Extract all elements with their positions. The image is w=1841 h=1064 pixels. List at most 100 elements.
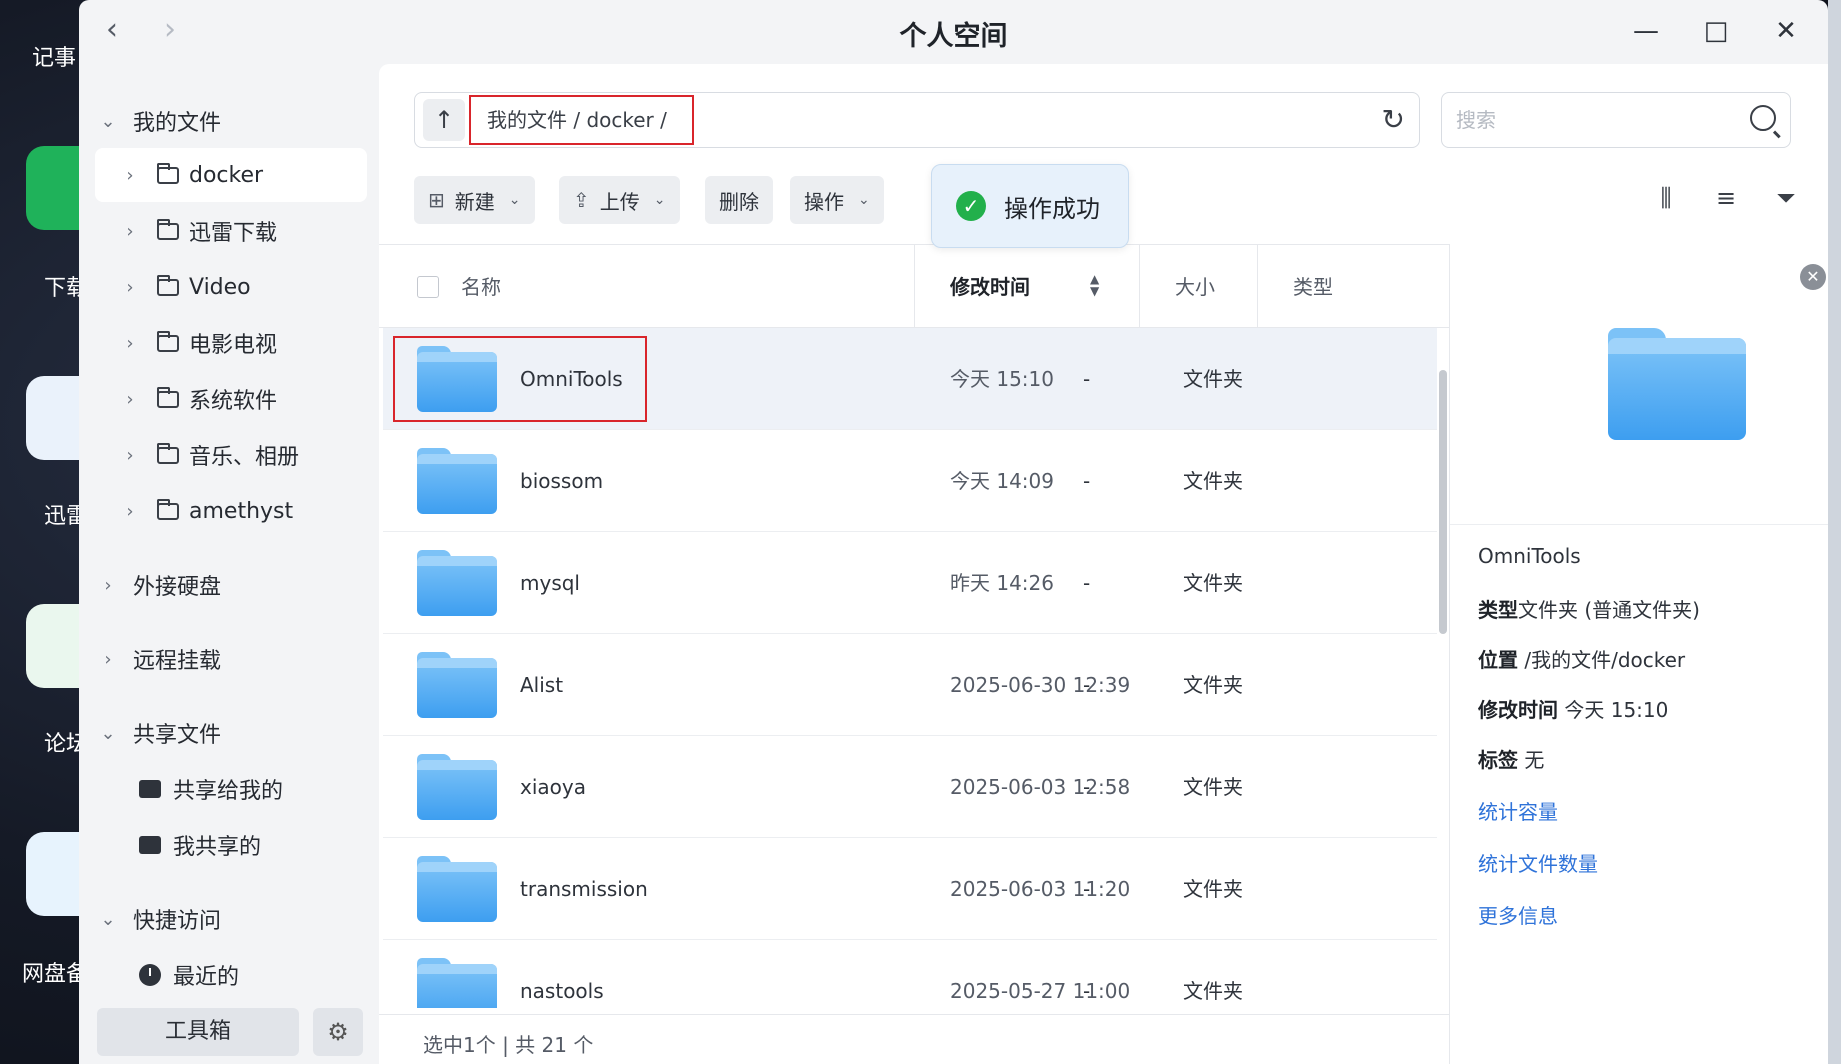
delete-button-label: 删除 [719, 189, 759, 214]
delete-button[interactable]: 删除 [705, 176, 773, 224]
table-row[interactable]: Alist 2025-06-30 12:39 - 文件夹 [383, 634, 1437, 736]
sidebar-folder-video[interactable]: › Video [95, 260, 367, 314]
details-tags-label: 标签 [1478, 748, 1518, 772]
toolbox-button[interactable]: 工具箱 [97, 1008, 299, 1056]
folder-icon [417, 958, 497, 1008]
search-icon[interactable] [1750, 105, 1776, 131]
background-window-edge [1828, 0, 1841, 1064]
file-type: 文件夹 [1183, 469, 1243, 493]
file-size: - [1083, 775, 1091, 799]
column-header-type[interactable]: 类型 [1293, 245, 1333, 329]
file-size: - [1083, 367, 1091, 391]
sidebar-item-label: 系统软件 [189, 389, 278, 414]
column-header-size[interactable]: 大小 [1175, 245, 1215, 329]
chevron-right-icon: › [104, 648, 112, 670]
file-size: - [1083, 979, 1091, 1003]
table-row[interactable]: mysql 昨天 14:26 - 文件夹 [383, 532, 1437, 634]
file-name: OmniTools [520, 367, 623, 391]
search-input[interactable] [1456, 105, 1716, 135]
sidebar-remote-mount[interactable]: › 远程挂载 [95, 632, 367, 686]
table-header: 名称 修改时间 ▲ ▼ 大小 类型 [379, 244, 1449, 329]
more-info-link[interactable]: 更多信息 [1478, 900, 1558, 929]
sort-view-icon[interactable]: ⫼ [1651, 184, 1681, 214]
sidebar-folder-music[interactable]: › 音乐、相册 [95, 428, 367, 482]
titlebar: ‹ › 个人空间 — □ ✕ [79, 0, 1828, 64]
path-bar: ↑ 我的文件 / docker / ↻ [414, 92, 1420, 148]
select-all-checkbox[interactable] [417, 276, 439, 298]
file-size: - [1083, 877, 1091, 901]
desktop-strip: 记事 下载 迅雷 论坛 网盘备 [0, 0, 90, 1064]
calc-size-link[interactable]: 统计容量 [1478, 796, 1558, 825]
folder-icon [417, 754, 497, 820]
details-tags-value: 无 [1524, 748, 1545, 772]
upload-button[interactable]: ⇪ 上传 ⌄ [559, 176, 680, 224]
share-icon [139, 780, 161, 798]
filter-icon[interactable]: ⏷ [1771, 184, 1801, 214]
new-button[interactable]: ⊞ 新建 ⌄ [414, 176, 535, 224]
maximize-button[interactable]: □ [1699, 14, 1733, 48]
up-arrow-icon[interactable]: ↑ [423, 99, 465, 141]
table-row[interactable]: xiaoya 2025-06-03 12:58 - 文件夹 [383, 736, 1437, 838]
sidebar: ⌄ 我的文件 ⋮ › docker › 迅雷下载 › Video › 电影电视 … [79, 64, 379, 1064]
sidebar-my-shared[interactable]: 我共享的 [95, 818, 367, 872]
minimize-button[interactable]: — [1629, 14, 1663, 48]
file-name: transmission [520, 877, 648, 901]
check-icon: ✓ [956, 191, 986, 221]
file-modified: 2025-06-03 11:20 [950, 877, 1131, 901]
sidebar-my-files[interactable]: ⌄ 我的文件 [95, 94, 367, 148]
chevron-right-icon: › [126, 388, 134, 410]
details-location: 位置 /我的文件/docker [1478, 644, 1685, 673]
sidebar-folder-thunder[interactable]: › 迅雷下载 [95, 204, 367, 258]
file-size: - [1083, 673, 1091, 697]
close-button[interactable]: ✕ [1769, 14, 1803, 48]
table-row[interactable]: biossom 今天 14:09 - 文件夹 [383, 430, 1437, 532]
sidebar-folder-amethyst[interactable]: › amethyst [95, 484, 367, 538]
file-name: mysql [520, 571, 580, 595]
new-folder-icon: ⊞ [428, 188, 445, 212]
sidebar-shared-to-me[interactable]: 共享给我的 [95, 762, 367, 816]
table-row[interactable]: transmission 2025-06-03 11:20 - 文件夹 [383, 838, 1437, 940]
list-view-icon[interactable]: ≡ [1711, 184, 1741, 214]
folder-icon [157, 162, 179, 184]
sidebar-external-disk[interactable]: › 外接硬盘 [95, 558, 367, 612]
column-header-modified[interactable]: 修改时间 [950, 245, 1030, 329]
success-toast: ✓ 操作成功 [931, 164, 1129, 248]
scrollbar[interactable] [1439, 370, 1447, 634]
sidebar-shared-files[interactable]: ⌄ 共享文件 [95, 706, 367, 760]
file-modified: 2025-06-03 12:58 [950, 775, 1131, 799]
actions-button[interactable]: 操作 ⌄ [790, 176, 884, 224]
calc-count-link[interactable]: 统计文件数量 [1478, 848, 1598, 877]
folder-icon [157, 218, 179, 240]
sidebar-item-label: 我共享的 [173, 835, 262, 860]
sidebar-item-label: amethyst [189, 498, 294, 524]
chevron-down-icon: ⌄ [100, 908, 116, 930]
sidebar-folder-docker[interactable]: › docker [95, 148, 367, 202]
table-row[interactable]: OmniTools 今天 15:10 - 文件夹 [383, 328, 1437, 430]
close-icon[interactable]: ✕ [1800, 264, 1826, 290]
toast-message: 操作成功 [1004, 194, 1100, 223]
sidebar-folder-software[interactable]: › 系统软件 [95, 372, 367, 426]
desktop-label-notes[interactable]: 记事 [32, 40, 76, 72]
sidebar-folder-movies[interactable]: › 电影电视 [95, 316, 367, 370]
chevron-right-icon: › [126, 164, 134, 186]
folder-icon [157, 330, 179, 352]
table-row[interactable]: nastools 2025-05-27 11:00 - 文件夹 [383, 940, 1437, 1008]
actions-button-label: 操作 [804, 189, 844, 214]
sidebar-recent[interactable]: 最近的 [95, 948, 367, 1002]
details-type-label: 类型 [1478, 598, 1518, 622]
search-box [1441, 92, 1791, 148]
file-name: Alist [520, 673, 564, 697]
column-divider [1257, 245, 1258, 329]
file-type: 文件夹 [1183, 775, 1243, 799]
refresh-icon[interactable]: ↻ [1382, 103, 1405, 136]
details-location-value: /我的文件/docker [1524, 648, 1686, 672]
sort-icon[interactable]: ▲ ▼ [1090, 273, 1099, 297]
chevron-right-icon: › [126, 444, 134, 466]
sidebar-item-label: 音乐、相册 [189, 445, 300, 470]
chevron-down-icon: ⌄ [653, 192, 666, 208]
column-header-name[interactable]: 名称 [461, 245, 501, 329]
sidebar-quick-access[interactable]: ⌄ 快捷访问 [95, 892, 367, 946]
folder-icon [157, 386, 179, 408]
gear-icon[interactable]: ⚙ [313, 1008, 363, 1056]
path-breadcrumb[interactable]: 我的文件 / docker / [469, 95, 694, 145]
